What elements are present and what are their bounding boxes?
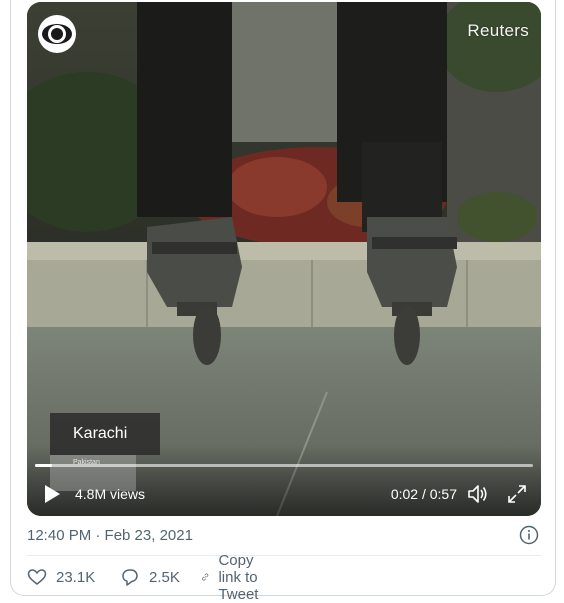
volume-icon[interactable] [467,483,489,505]
tweet-timestamp[interactable]: 12:40 PM · Feb 23, 2021 [27,527,193,544]
link-icon [202,573,209,581]
info-icon[interactable] [519,525,539,545]
reply-count: 2.5K [149,568,180,586]
heart-icon [27,569,47,585]
reply-bubble-icon [122,569,138,586]
reuters-watermark: Reuters [467,21,529,40]
play-icon[interactable] [43,484,61,504]
location-label: Karachi [50,413,160,455]
like-count: 23.1K [56,568,96,586]
like-button[interactable]: 23.1K [27,564,95,590]
video-time: 0:02 / 0:57 [390,486,457,502]
copy-link-label: Copy link to Tweet [218,551,259,603]
progress-bar[interactable] [35,464,533,467]
divider [27,555,541,556]
reply-button[interactable]: 2.5K [120,564,180,590]
tweet-meta-row: 12:40 PM · Feb 23, 2021 [27,524,541,548]
view-count: 4.8M views [75,486,146,502]
video-player[interactable]: Reuters Karachi Pakistan 4.8M views 0:02… [27,2,541,516]
progress-fill [35,464,53,467]
cbs-eye-logo-icon [38,15,76,53]
copy-link-button[interactable]: Copy link to Tweet [201,552,270,603]
fullscreen-icon[interactable] [507,484,527,504]
